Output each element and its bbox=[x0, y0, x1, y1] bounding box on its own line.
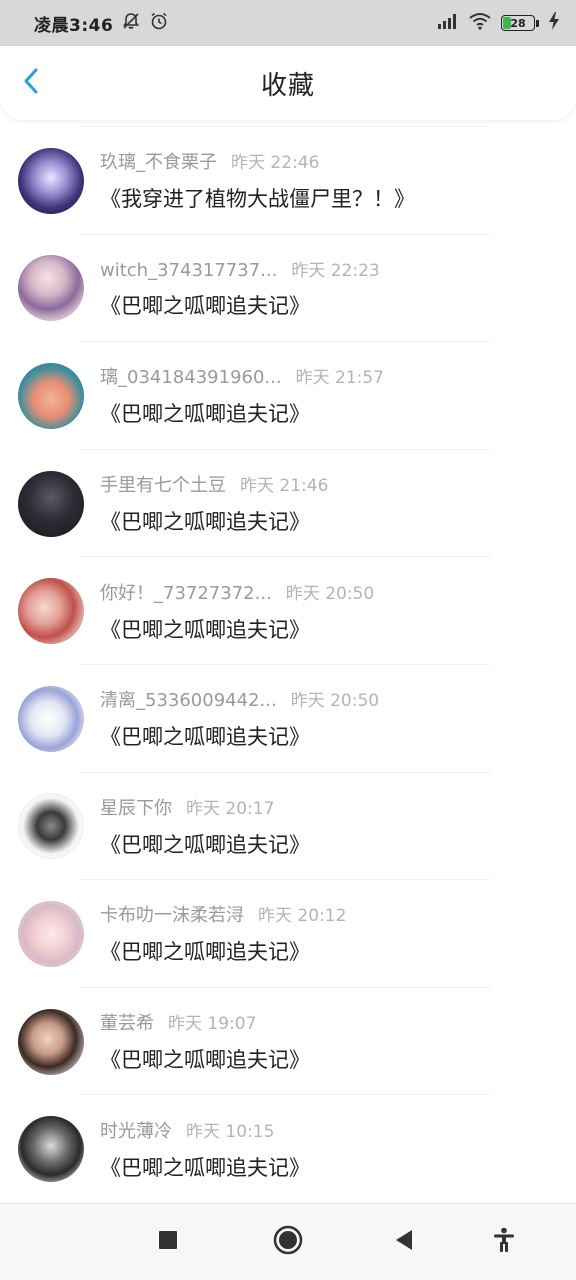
item-content: 董芸希 昨天 19:07 《巴唧之呱唧追夫记》 bbox=[100, 1009, 310, 1074]
charging-icon bbox=[548, 12, 560, 34]
back-triangle-icon bbox=[393, 1228, 415, 1256]
page-title: 收藏 bbox=[260, 70, 315, 101]
avatar[interactable] bbox=[18, 470, 84, 537]
item-meta: 玖璃_不食栗子 昨天 22:46 bbox=[100, 148, 415, 174]
favorite-item[interactable]: 星辰下你 昨天 20:17 《巴唧之呱唧追夫记》 bbox=[0, 773, 576, 881]
favorite-item[interactable]: 你好！_73727372... 昨天 20:50 《巴唧之呱唧追夫记》 bbox=[0, 557, 576, 665]
item-meta: 董芸希 昨天 19:07 bbox=[100, 1009, 310, 1035]
timestamp: 昨天 20:12 bbox=[258, 906, 347, 927]
battery-tip bbox=[536, 19, 539, 27]
item-content: witch_374317737... 昨天 22:23 《巴唧之呱唧追夫记》 bbox=[100, 256, 380, 320]
avatar[interactable] bbox=[18, 578, 84, 645]
work-title[interactable]: 《巴唧之呱唧追夫记》 bbox=[100, 721, 379, 751]
avatar[interactable] bbox=[18, 1116, 84, 1183]
work-title[interactable]: 《巴唧之呱唧追夫记》 bbox=[100, 829, 310, 859]
favorite-item[interactable]: 玖璃_不食栗子 昨天 22:46 《我穿进了植物大战僵尸里？！》 bbox=[0, 127, 576, 235]
avatar[interactable] bbox=[18, 147, 84, 214]
username[interactable]: 卡布叻一沫柔若浔 bbox=[100, 901, 244, 927]
username[interactable]: 时光薄冷 bbox=[100, 1117, 172, 1143]
item-content: 玖璃_不食栗子 昨天 22:46 《我穿进了植物大战僵尸里？！》 bbox=[100, 148, 415, 213]
avatar[interactable] bbox=[18, 1008, 84, 1075]
avatar[interactable] bbox=[18, 685, 84, 752]
favorite-item[interactable]: witch_374317737... 昨天 22:23 《巴唧之呱唧追夫记》 bbox=[0, 235, 576, 343]
favorite-item[interactable]: 时光薄冷 昨天 10:15 《巴唧之呱唧追夫记》 bbox=[0, 1095, 576, 1203]
timestamp: 昨天 22:23 bbox=[291, 261, 380, 282]
item-meta: 璃_034184391960... 昨天 21:57 bbox=[100, 363, 384, 389]
username[interactable]: 董芸希 bbox=[100, 1009, 154, 1035]
username[interactable]: 手里有七个土豆 bbox=[100, 471, 226, 497]
back-button[interactable] bbox=[16, 68, 46, 98]
status-time: 凌晨3:46 bbox=[34, 15, 114, 36]
timestamp: 昨天 19:07 bbox=[168, 1014, 257, 1035]
item-content: 璃_034184391960... 昨天 21:57 《巴唧之呱唧追夫记》 bbox=[100, 363, 384, 428]
work-title[interactable]: 《巴唧之呱唧追夫记》 bbox=[100, 614, 374, 644]
work-title[interactable]: 《巴唧之呱唧追夫记》 bbox=[100, 1152, 310, 1182]
avatar[interactable] bbox=[18, 362, 84, 429]
work-title[interactable]: 《巴唧之呱唧追夫记》 bbox=[100, 290, 380, 320]
home-button[interactable] bbox=[270, 1224, 306, 1260]
item-content: 手里有七个土豆 昨天 21:46 《巴唧之呱唧追夫记》 bbox=[100, 471, 328, 536]
avatar[interactable] bbox=[18, 255, 84, 322]
timestamp: 昨天 20:50 bbox=[285, 583, 375, 604]
favorite-item[interactable]: 卡布叻一沫柔若浔 昨天 20:12 《巴唧之呱唧追夫记》 bbox=[0, 880, 576, 988]
username[interactable]: 玖璃_不食栗子 bbox=[100, 148, 217, 174]
wifi-icon bbox=[468, 12, 492, 34]
back-nav-button[interactable] bbox=[386, 1224, 422, 1260]
timestamp: 昨天 20:17 bbox=[186, 798, 275, 819]
favorite-item[interactable]: 手里有七个土豆 昨天 21:46 《巴唧之呱唧追夫记》 bbox=[0, 450, 576, 558]
alarm-icon bbox=[149, 11, 169, 35]
work-title[interactable]: 《我穿进了植物大战僵尸里？！》 bbox=[100, 183, 415, 213]
timestamp: 昨天 21:57 bbox=[295, 368, 384, 389]
item-content: 你好！_73727372... 昨天 20:50 《巴唧之呱唧追夫记》 bbox=[100, 579, 374, 644]
username[interactable]: 你好！_73727372... bbox=[100, 579, 272, 605]
timestamp: 昨天 22:46 bbox=[231, 153, 320, 174]
username[interactable]: witch_374317737... bbox=[100, 260, 277, 281]
recents-square-icon bbox=[157, 1229, 179, 1255]
timestamp: 昨天 20:50 bbox=[290, 691, 380, 712]
home-circle-icon bbox=[272, 1224, 304, 1260]
item-meta: 时光薄冷 昨天 10:15 bbox=[100, 1117, 310, 1143]
username[interactable]: 星辰下你 bbox=[100, 794, 172, 820]
username[interactable]: 璃_034184391960... bbox=[100, 363, 282, 389]
system-nav-bar bbox=[0, 1203, 576, 1280]
item-meta: 清离_5336009442... 昨天 20:50 bbox=[100, 686, 379, 712]
item-content: 星辰下你 昨天 20:17 《巴唧之呱唧追夫记》 bbox=[100, 794, 310, 859]
timestamp: 昨天 10:15 bbox=[186, 1121, 275, 1142]
signal-icon bbox=[437, 13, 459, 33]
chevron-left-icon bbox=[22, 67, 40, 99]
favorites-list: 玖璃_不食栗子 昨天 22:46 《我穿进了植物大战僵尸里？！》 witch_3… bbox=[0, 127, 576, 1203]
item-meta: 星辰下你 昨天 20:17 bbox=[100, 794, 310, 820]
favorite-item[interactable]: 董芸希 昨天 19:07 《巴唧之呱唧追夫记》 bbox=[0, 988, 576, 1096]
accessibility-icon bbox=[492, 1227, 516, 1257]
favorite-item[interactable]: 清离_5336009442... 昨天 20:50 《巴唧之呱唧追夫记》 bbox=[0, 665, 576, 773]
work-title[interactable]: 《巴唧之呱唧追夫记》 bbox=[100, 936, 346, 966]
item-meta: witch_374317737... 昨天 22:23 bbox=[100, 256, 380, 281]
status-bar: 凌晨3:46 28 bbox=[0, 0, 576, 46]
timestamp: 昨天 21:46 bbox=[240, 476, 329, 497]
item-content: 时光薄冷 昨天 10:15 《巴唧之呱唧追夫记》 bbox=[100, 1117, 310, 1182]
battery-level: 28 bbox=[510, 16, 526, 30]
item-meta: 卡布叻一沫柔若浔 昨天 20:12 bbox=[100, 901, 346, 927]
avatar[interactable] bbox=[18, 900, 84, 967]
work-title[interactable]: 《巴唧之呱唧追夫记》 bbox=[100, 506, 328, 536]
item-content: 清离_5336009442... 昨天 20:50 《巴唧之呱唧追夫记》 bbox=[100, 686, 379, 751]
item-content: 卡布叻一沫柔若浔 昨天 20:12 《巴唧之呱唧追夫记》 bbox=[100, 901, 346, 966]
mute-bell-icon bbox=[121, 11, 141, 35]
recents-button[interactable] bbox=[150, 1224, 186, 1260]
item-meta: 手里有七个土豆 昨天 21:46 bbox=[100, 471, 328, 497]
work-title[interactable]: 《巴唧之呱唧追夫记》 bbox=[100, 398, 384, 428]
username[interactable]: 清离_5336009442... bbox=[100, 686, 277, 712]
favorite-item[interactable]: 璃_034184391960... 昨天 21:57 《巴唧之呱唧追夫记》 bbox=[0, 342, 576, 450]
work-title[interactable]: 《巴唧之呱唧追夫记》 bbox=[100, 1044, 310, 1074]
battery-icon: 28 bbox=[501, 15, 539, 31]
nav-bar: 收藏 bbox=[0, 46, 576, 120]
item-meta: 你好！_73727372... 昨天 20:50 bbox=[100, 579, 374, 605]
status-icons-left bbox=[121, 11, 169, 35]
accessibility-button[interactable] bbox=[486, 1224, 522, 1260]
status-icons-right: 28 bbox=[437, 12, 560, 34]
battery-body: 28 bbox=[501, 15, 535, 31]
avatar[interactable] bbox=[18, 793, 84, 860]
